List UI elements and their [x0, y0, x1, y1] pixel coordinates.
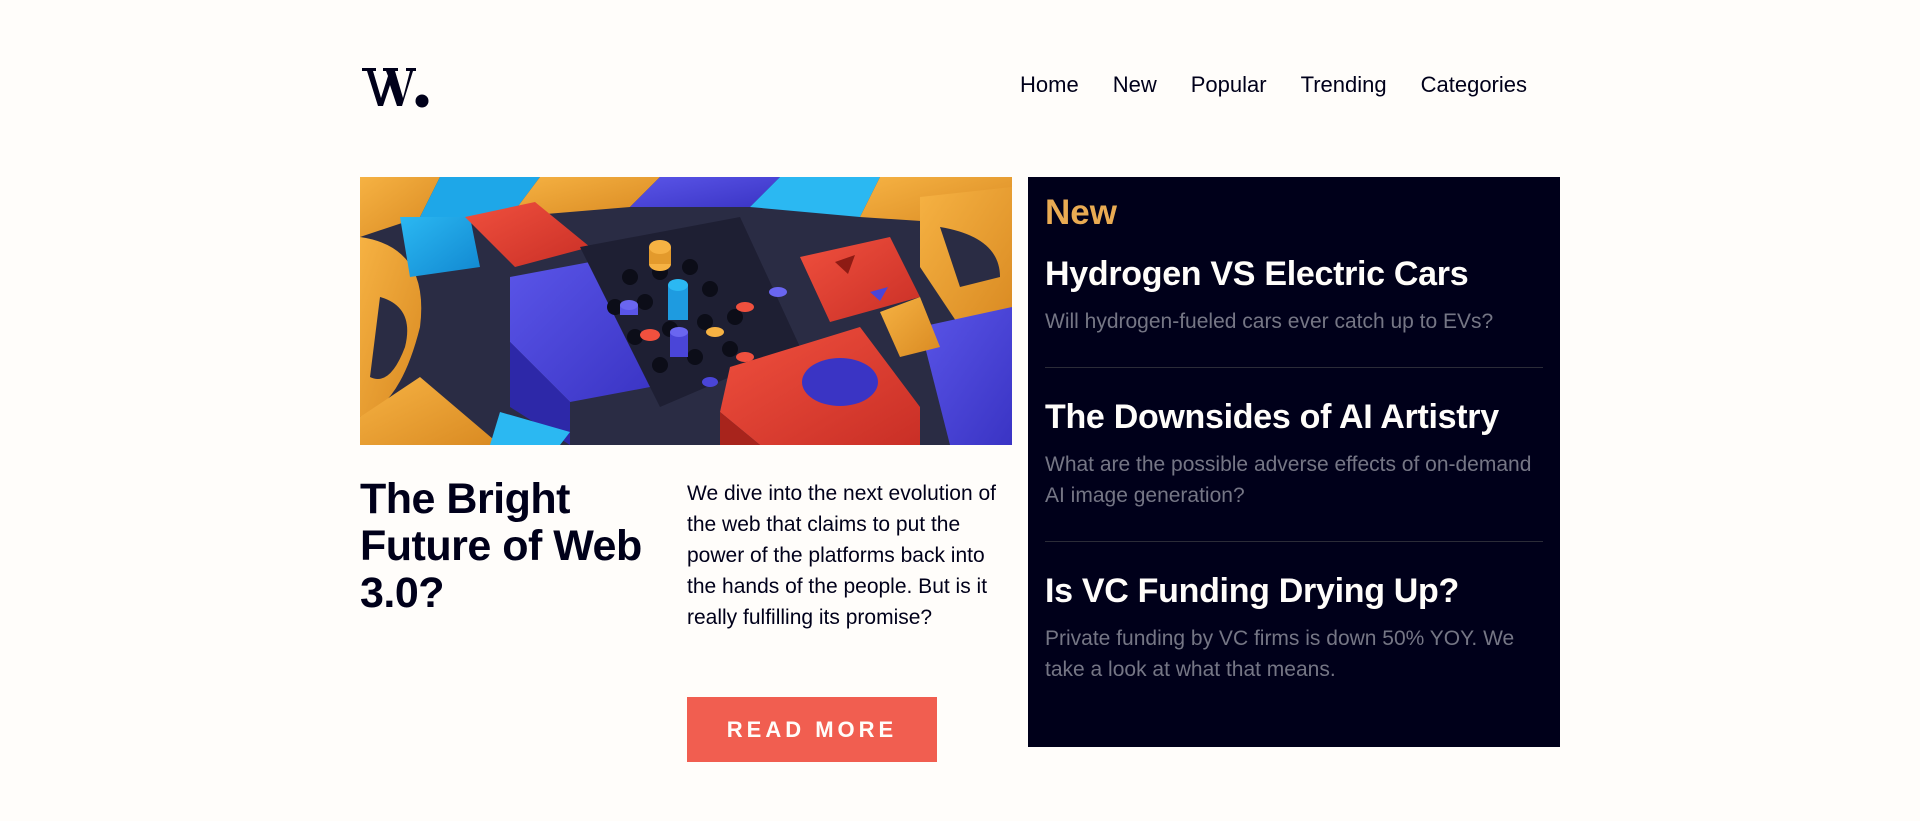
new-article-title[interactable]: Is VC Funding Drying Up?: [1045, 569, 1543, 613]
new-article-title[interactable]: The Downsides of AI Artistry: [1045, 395, 1543, 439]
read-more-button[interactable]: READ MORE: [687, 697, 937, 762]
nav-link-categories[interactable]: Categories: [1421, 70, 1527, 100]
nav-link-trending[interactable]: Trending: [1301, 70, 1387, 100]
nav-link-new[interactable]: New: [1113, 70, 1157, 100]
page: Home New Popular Trending Categories The…: [0, 0, 1920, 821]
new-articles-panel: New Hydrogen VS Electric Cars Will hydro…: [1028, 177, 1560, 747]
new-article-item: Is VC Funding Drying Up? Private funding…: [1045, 541, 1543, 715]
hero-title: The Bright Future of Web 3.0?: [360, 475, 642, 617]
logo-mark-icon: [362, 68, 429, 108]
new-article-summary: Private funding by VC firms is down 50% …: [1045, 627, 1515, 681]
new-article-summary: Will hydrogen-fueled cars ever catch up …: [1045, 310, 1494, 333]
new-article-item: The Downsides of AI Artistry What are th…: [1045, 367, 1543, 541]
main-nav: Home New Popular Trending Categories: [1020, 70, 1527, 100]
new-article-item: Hydrogen VS Electric Cars Will hydrogen-…: [1045, 235, 1543, 367]
new-article-title[interactable]: Hydrogen VS Electric Cars: [1045, 252, 1543, 296]
hero-description: We dive into the next evolution of the w…: [687, 482, 996, 629]
hero-image: [360, 177, 1012, 445]
nav-link-home[interactable]: Home: [1020, 70, 1079, 100]
site-logo[interactable]: [362, 60, 430, 110]
new-section-heading: New: [1045, 193, 1117, 232]
new-article-summary: What are the possible adverse effects of…: [1045, 453, 1532, 507]
nav-link-popular[interactable]: Popular: [1191, 70, 1267, 100]
